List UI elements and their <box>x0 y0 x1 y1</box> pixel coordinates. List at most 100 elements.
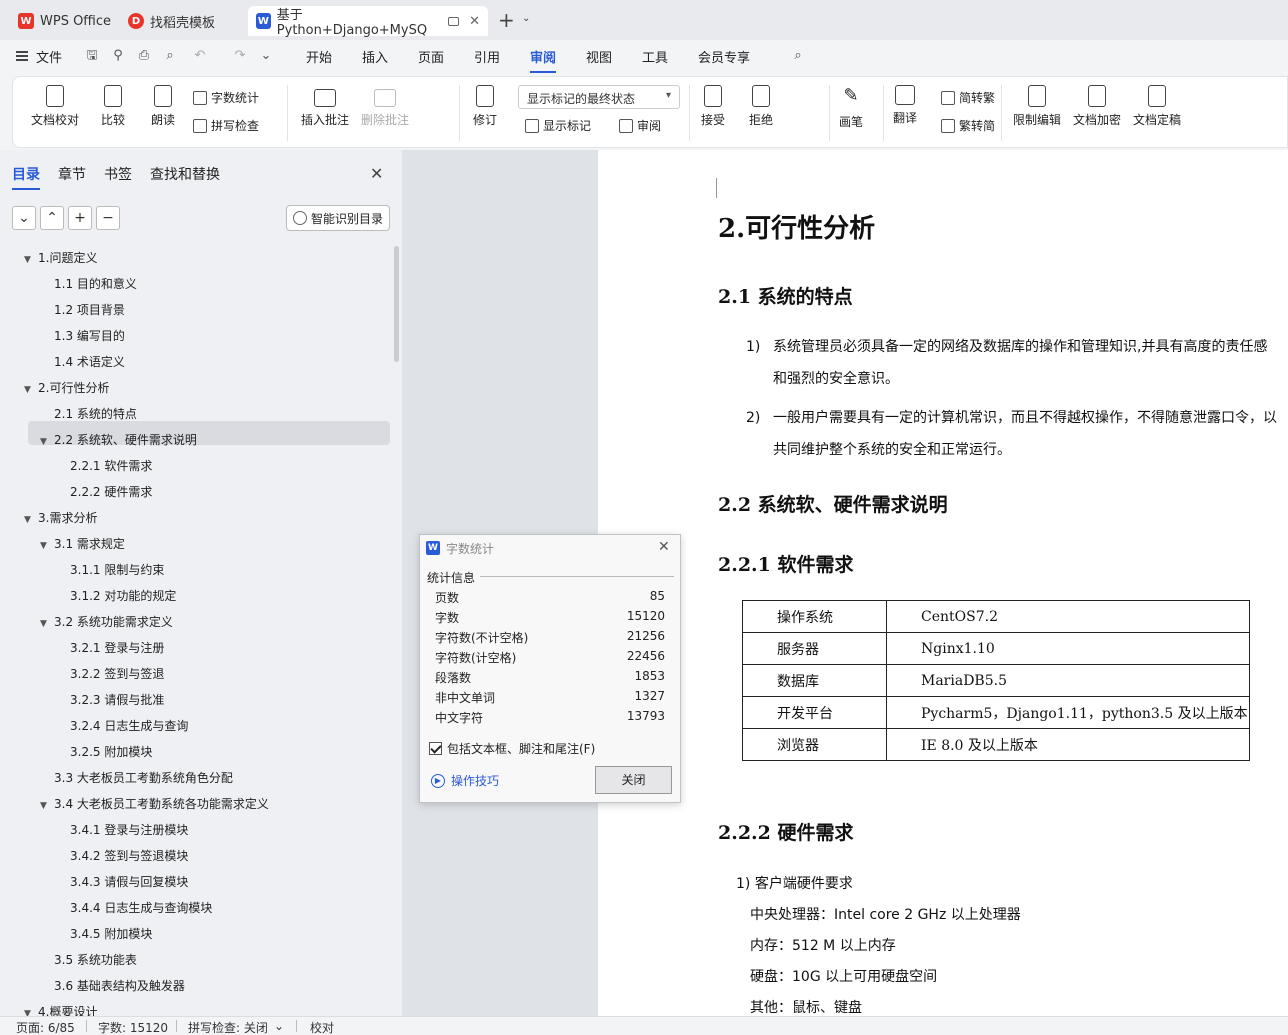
redo-icon[interactable]: ↷ <box>232 48 248 64</box>
save-icon[interactable]: 🖫 <box>84 48 100 64</box>
toc-item[interactable]: 3.1.1 限制与约束 <box>56 558 164 582</box>
toc-item[interactable]: 2.1 系统的特点 <box>40 402 137 426</box>
tab-wps-office[interactable]: W WPS Office <box>10 6 119 36</box>
menu-page[interactable]: 页面 <box>418 47 444 66</box>
toc-item[interactable]: 3.4.5 附加模块 <box>56 922 152 946</box>
tab-chapters[interactable]: 章节 <box>58 164 86 184</box>
toc-item[interactable]: 3.2.5 附加模块 <box>56 740 152 764</box>
toc-item[interactable]: 3.4.1 登录与注册模块 <box>56 818 188 842</box>
toc-item[interactable]: 3.1.2 对功能的规定 <box>56 584 176 608</box>
expand-triangle-icon[interactable]: ▼ <box>24 378 38 402</box>
chevron-down-icon[interactable]: ⌄ <box>258 48 274 64</box>
show-markup-button[interactable]: 显示标记 <box>525 117 591 134</box>
doc-check-button[interactable]: 文档校对 <box>31 85 79 128</box>
toc-item[interactable]: ▼ 3.需求分析 <box>24 506 97 530</box>
search-icon[interactable]: ⌕ <box>790 48 806 64</box>
chevron-down-icon[interactable]: ⌄ <box>522 13 530 24</box>
toc-item[interactable]: 3.2.3 请假与批准 <box>56 688 164 712</box>
expand-triangle-icon[interactable]: ▼ <box>24 508 38 532</box>
review-pane-button[interactable]: 审阅 <box>619 117 661 134</box>
toc-item[interactable]: ▼ 3.2 系统功能需求定义 <box>40 610 173 634</box>
track-changes-button[interactable]: 修订 <box>473 85 497 128</box>
toc-item[interactable]: 1.1 目的和意义 <box>40 272 137 296</box>
toc-item[interactable]: 1.4 术语定义 <box>40 350 125 374</box>
tab-toc[interactable]: 目录 <box>12 164 40 190</box>
menu-insert[interactable]: 插入 <box>362 47 388 66</box>
toc-item[interactable]: 3.3 大老板员工考勤系统角色分配 <box>40 766 233 790</box>
tips-link[interactable]: ▶ 操作技巧 <box>431 772 499 789</box>
tab-docer[interactable]: D 找稻壳模板 <box>120 6 223 36</box>
reject-button[interactable]: 拒绝 <box>749 85 773 128</box>
expand-triangle-icon[interactable]: ▼ <box>24 248 38 272</box>
toc-item[interactable]: 2.2.2 硬件需求 <box>56 480 152 504</box>
collapse-up-button[interactable]: ⌃ <box>40 206 64 230</box>
menu-file[interactable]: 文件 <box>36 47 62 66</box>
expand-triangle-icon[interactable]: ▼ <box>24 1002 38 1016</box>
menu-review[interactable]: 审阅 <box>530 47 557 73</box>
insert-comment-button[interactable]: 插入批注 <box>301 85 349 128</box>
to-traditional-button[interactable]: 简转繁 <box>941 89 995 106</box>
toc-item[interactable]: ▼ 4.概要设计 <box>24 1000 97 1016</box>
new-tab-icon[interactable]: + <box>498 10 515 30</box>
link-icon[interactable]: ⚲ <box>110 48 126 64</box>
menu-tools[interactable]: 工具 <box>642 47 668 66</box>
delete-comment-button[interactable]: 删除批注 <box>361 85 409 128</box>
close-button[interactable]: 关闭 <box>595 766 672 794</box>
to-simplified-button[interactable]: 繁转简 <box>941 117 995 134</box>
menu-icon[interactable] <box>16 51 28 61</box>
add-level-button[interactable]: + <box>68 206 92 230</box>
toc-item[interactable]: 1.3 编写目的 <box>40 324 125 348</box>
close-icon[interactable]: ✕ <box>658 539 670 555</box>
toc-item[interactable]: 3.4.2 签到与签退模块 <box>56 844 188 868</box>
menu-view[interactable]: 视图 <box>586 47 612 66</box>
accept-button[interactable]: 接受 <box>701 85 725 128</box>
translate-button[interactable]: 翻译 <box>893 85 917 126</box>
close-pane-icon[interactable]: ✕ <box>370 164 383 183</box>
undo-icon[interactable]: ↶ <box>192 48 208 64</box>
encrypt-button[interactable]: 文档加密 <box>1073 85 1121 128</box>
document-page[interactable]: 2.可行性分析 2.1 系统的特点 1) 系统管理员必须具备一定的网络及数据库的… <box>598 150 1288 1016</box>
restrict-edit-button[interactable]: 限制编辑 <box>1013 85 1061 128</box>
window-icon[interactable] <box>447 16 460 26</box>
finalize-button[interactable]: 文档定稿 <box>1133 85 1181 128</box>
word-count-button[interactable]: 字数统计 <box>193 89 259 106</box>
expand-triangle-icon[interactable]: ▼ <box>40 430 54 454</box>
toc-item[interactable]: 1.2 项目背景 <box>40 298 125 322</box>
toc-item[interactable]: ▼ 2.2 系统软、硬件需求说明 <box>40 428 197 452</box>
scrollbar[interactable] <box>394 246 399 362</box>
toc-item[interactable]: 2.2.1 软件需求 <box>56 454 152 478</box>
toc-item[interactable]: ▼ 3.4 大老板员工考勤系统各功能需求定义 <box>40 792 269 816</box>
status-words[interactable]: 字数: 15120 <box>98 1019 168 1035</box>
toc-item[interactable]: 3.2.2 签到与签退 <box>56 662 164 686</box>
compare-button[interactable]: 比较 <box>101 85 125 128</box>
expand-triangle-icon[interactable]: ▼ <box>40 794 54 818</box>
pen-button[interactable]: ✎ 画笔 <box>839 85 863 130</box>
toc-item[interactable]: 3.5 系统功能表 <box>40 948 137 972</box>
toc-item[interactable]: 3.4.3 请假与回复模块 <box>56 870 188 894</box>
tab-document[interactable]: W 基于Python+Django+MySQ ✕ <box>248 6 488 38</box>
smart-toc-button[interactable]: 智能识别目录 <box>286 205 390 231</box>
spell-check-button[interactable]: 拼写检查 <box>193 117 259 134</box>
tab-bookmarks[interactable]: 书签 <box>104 164 132 184</box>
expand-triangle-icon[interactable]: ▼ <box>40 534 54 558</box>
markup-state-select[interactable]: 显示标记的最终状态 ▾ <box>518 85 680 109</box>
status-proof[interactable]: 校对 <box>310 1019 334 1035</box>
toc-item[interactable]: 3.2.4 日志生成与查询 <box>56 714 188 738</box>
print-icon[interactable]: ⎙ <box>136 48 152 64</box>
toc-item[interactable]: 3.6 基础表结构及触发器 <box>40 974 185 998</box>
include-textbox-checkbox[interactable]: 包括文本框、脚注和尾注(F) <box>429 740 595 757</box>
toc-item[interactable]: ▼ 2.可行性分析 <box>24 376 109 400</box>
dialog-title-bar[interactable]: W 字数统计 <box>420 535 680 561</box>
toc-item[interactable]: ▼ 1.问题定义 <box>24 246 97 270</box>
status-spell[interactable]: 拼写检查: 关闭 <box>188 1019 268 1035</box>
read-aloud-button[interactable]: 朗读 <box>151 85 175 128</box>
expand-down-button[interactable]: ⌄ <box>12 206 36 230</box>
expand-triangle-icon[interactable]: ▼ <box>40 612 54 636</box>
chevron-down-icon[interactable]: ⌄ <box>274 1019 284 1033</box>
toc-item[interactable]: ▼ 3.1 需求规定 <box>40 532 125 556</box>
menu-references[interactable]: 引用 <box>474 47 500 66</box>
toc-item[interactable]: 3.4.4 日志生成与查询模块 <box>56 896 212 920</box>
remove-level-button[interactable]: − <box>96 206 120 230</box>
print-preview-icon[interactable]: ⌕ <box>162 48 178 64</box>
status-page[interactable]: 页面: 6/85 <box>16 1019 75 1035</box>
